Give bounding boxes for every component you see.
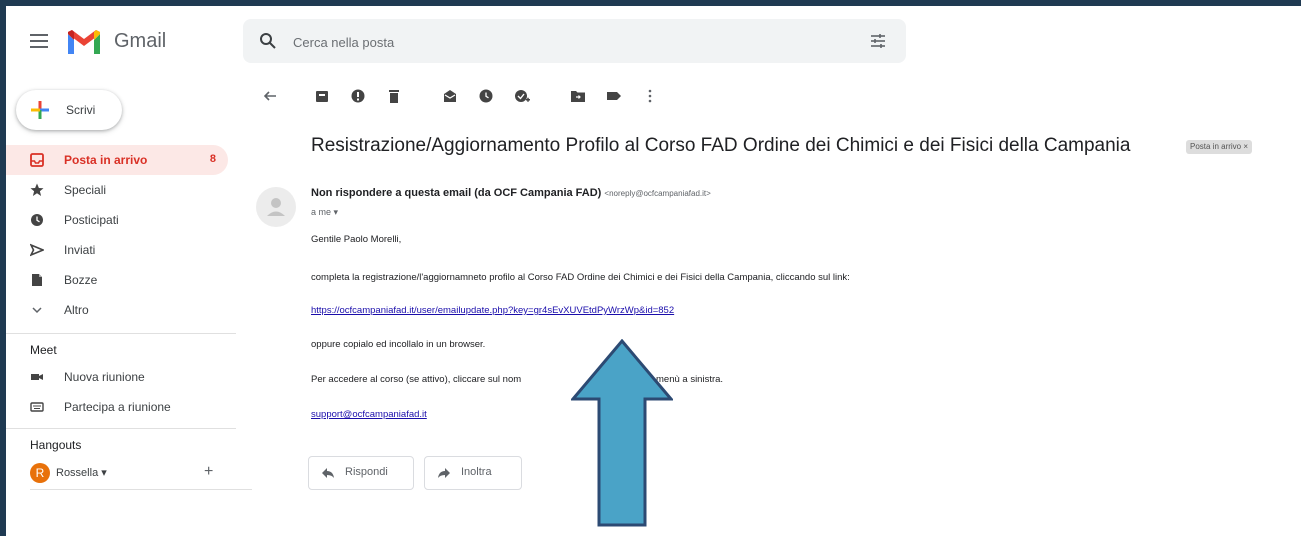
search-bar[interactable]: [243, 19, 906, 63]
add-to-tasks-icon[interactable]: [514, 88, 530, 104]
more-options-icon[interactable]: [642, 88, 658, 104]
app-name: Gmail: [114, 30, 167, 52]
forward-label: Inoltra: [461, 466, 492, 478]
inbox-label-chip[interactable]: Posta in arrivo ×: [1186, 140, 1253, 154]
sidebar-item-snoozed[interactable]: Posticipati: [6, 205, 228, 235]
add-contact-icon[interactable]: +: [204, 463, 213, 481]
forward-button[interactable]: Inoltra: [424, 456, 522, 490]
meet-section-title: Meet: [30, 343, 57, 357]
new-meeting-item[interactable]: Nuova riunione: [6, 362, 228, 392]
sidebar-item-inbox[interactable]: Posta in arrivo 8: [6, 145, 228, 175]
sidebar-item-sent[interactable]: Inviati: [6, 235, 228, 265]
sidebar-item-label: Altro: [64, 303, 89, 317]
sidebar-item-label: Speciali: [64, 183, 107, 197]
message-subject: Resistrazione/Aggiornamento Profilo al C…: [311, 135, 1131, 156]
message-greeting: Gentile Paolo Morelli,: [311, 234, 402, 245]
send-icon: [30, 243, 44, 257]
hangouts-user-name-text: Rossella: [56, 467, 99, 479]
compose-label: Scrivi: [66, 103, 96, 117]
hangouts-section-title: Hangouts: [30, 438, 82, 452]
sidebar-item-starred[interactable]: Speciali: [6, 175, 228, 205]
label-icon[interactable]: [606, 88, 622, 104]
annotation-arrow-up-icon: [571, 339, 673, 527]
draft-icon: [32, 274, 42, 286]
sender-name: Non rispondere a questa email (da OCF Ca…: [311, 187, 602, 199]
reply-icon: [322, 468, 334, 478]
divider: [6, 428, 236, 429]
snooze-icon[interactable]: [478, 88, 494, 104]
move-to-icon[interactable]: [570, 88, 586, 104]
gmail-logo-icon[interactable]: [66, 28, 102, 56]
reply-button[interactable]: Rispondi: [308, 456, 414, 490]
clock-icon: [31, 214, 43, 226]
divider: [6, 333, 236, 334]
chevron-down-icon: [32, 307, 42, 314]
forward-icon: [438, 468, 450, 478]
inbox-label-text: Posta in arrivo: [1190, 142, 1242, 151]
inbox-icon: [30, 153, 44, 167]
main-menu-icon[interactable]: [30, 34, 48, 48]
sidebar-item-label: Posticipati: [64, 213, 119, 227]
hangouts-user[interactable]: R Rossella ▾ +: [6, 457, 236, 489]
search-options-icon[interactable]: [869, 32, 887, 50]
sidebar-item-label: Posta in arrivo: [64, 153, 148, 167]
sender-avatar: [256, 187, 296, 227]
video-icon: [31, 374, 43, 380]
search-input[interactable]: [291, 29, 855, 55]
message-body-line: oppure copialo ed incollalo in un browse…: [311, 339, 486, 350]
header: Gmail: [6, 6, 1301, 76]
unread-count: 8: [209, 153, 216, 165]
sidebar-item-label: Bozze: [64, 273, 98, 287]
message-toolbar: [256, 82, 676, 110]
divider: [30, 489, 252, 490]
join-meeting-item[interactable]: Partecipa a riunione: [6, 392, 228, 422]
avatar: R: [30, 463, 50, 483]
archive-icon[interactable]: [314, 88, 330, 104]
support-email-link[interactable]: support@ocfcampaniafad.it: [311, 409, 427, 420]
star-icon: [30, 183, 44, 196]
hangouts-user-name: Rossella ▾: [56, 467, 107, 479]
sender-email: <noreply@ocfcampaniafad.it>: [604, 189, 711, 198]
sidebar-item-more[interactable]: Altro: [6, 295, 228, 325]
reply-label: Rispondi: [345, 466, 388, 478]
message-body-line: Per accedere al corso (se attivo), clicc…: [311, 374, 522, 385]
plus-icon: [31, 101, 49, 119]
sidebar: Posta in arrivo 8 Speciali Posticipati I…: [6, 145, 252, 490]
gmail-window: Gmail Scrivi: [6, 6, 1301, 536]
compose-button[interactable]: Scrivi: [16, 90, 122, 130]
sidebar-item-drafts[interactable]: Bozze: [6, 265, 228, 295]
mark-unread-icon[interactable]: [442, 88, 458, 104]
person-icon: [267, 198, 285, 216]
sidebar-item-label: Inviati: [64, 243, 96, 257]
meet-item-label: Partecipa a riunione: [64, 400, 171, 414]
recipient-toggle[interactable]: a me ▾: [311, 207, 338, 218]
meet-item-label: Nuova riunione: [64, 370, 145, 384]
back-arrow-icon[interactable]: [262, 88, 278, 104]
recipient-text: a me: [311, 207, 332, 217]
report-spam-icon[interactable]: [350, 88, 366, 104]
delete-icon[interactable]: [386, 88, 402, 104]
sender-line: Non rispondere a questa email (da OCF Ca…: [311, 187, 711, 199]
message-body-line: completa la registrazione/l'aggiornamnet…: [311, 272, 850, 283]
search-icon[interactable]: [259, 32, 277, 50]
registration-link[interactable]: https://ocfcampaniafad.it/user/emailupda…: [311, 305, 674, 316]
keyboard-icon: [30, 402, 44, 412]
